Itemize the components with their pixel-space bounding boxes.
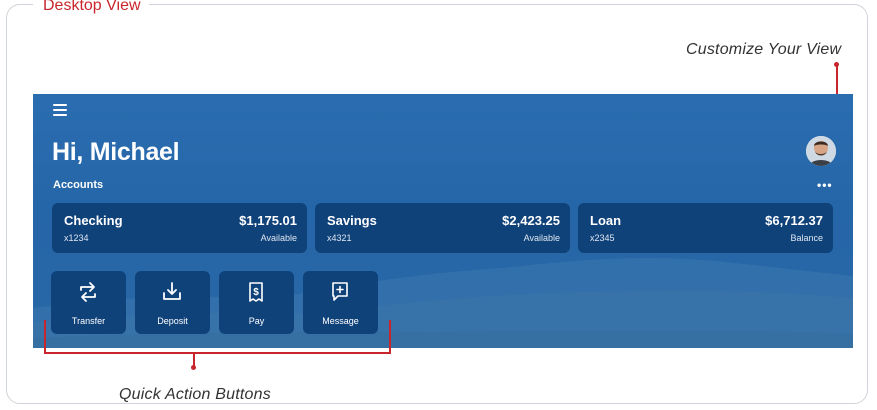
transfer-icon xyxy=(80,282,96,302)
deposit-button[interactable]: Deposit xyxy=(135,271,210,334)
quick-action-label: Deposit xyxy=(157,316,188,326)
svg-text:$: $ xyxy=(253,287,259,298)
dashboard-banner: Hi, Michael Accounts ••• Checking x1234 … xyxy=(33,94,853,348)
account-name: Savings xyxy=(327,213,377,228)
user-avatar[interactable] xyxy=(806,136,836,166)
deposit-icon xyxy=(163,282,181,300)
pay-icon: $ xyxy=(249,282,263,302)
account-card-loan[interactable]: Loan x2345 $6,712.37 Balance xyxy=(578,203,833,253)
message-button[interactable]: Message xyxy=(303,271,378,334)
account-amount: $2,423.25 xyxy=(502,213,560,228)
quick-action-label: Transfer xyxy=(71,316,106,326)
greeting-title: Hi, Michael xyxy=(52,138,180,166)
hamburger-menu-icon[interactable] xyxy=(53,104,67,116)
more-options-button[interactable]: ••• xyxy=(817,179,833,191)
quick-action-bracket-bottom xyxy=(44,352,391,354)
account-name: Checking xyxy=(64,213,123,228)
quick-action-bracket-left xyxy=(44,320,46,353)
accounts-heading: Accounts xyxy=(53,179,104,191)
account-card-checking[interactable]: Checking x1234 $1,175.01 Available xyxy=(52,203,307,253)
quick-action-callout: Quick Action Buttons xyxy=(119,386,271,403)
account-amount-label: Available xyxy=(260,233,297,243)
account-card-savings[interactable]: Savings x4321 $2,423.25 Available xyxy=(315,203,570,253)
account-amount-label: Available xyxy=(523,233,560,243)
account-amount: $1,175.01 xyxy=(239,213,297,228)
message-icon xyxy=(332,282,348,301)
transfer-button[interactable]: Transfer xyxy=(51,271,126,334)
pay-button[interactable]: $ Pay xyxy=(219,271,294,334)
quick-action-label: Message xyxy=(322,316,359,326)
quick-action-pointer xyxy=(193,352,195,366)
account-amount-label: Balance xyxy=(790,233,823,243)
quick-action-annotation-dot xyxy=(191,365,196,370)
account-number: x4321 xyxy=(327,233,352,243)
account-number: x2345 xyxy=(590,233,615,243)
account-name: Loan xyxy=(590,213,622,228)
customize-callout: Customize Your View xyxy=(686,41,842,58)
quick-action-bracket-right xyxy=(389,320,391,353)
quick-action-label: Pay xyxy=(248,316,265,326)
account-number: x1234 xyxy=(64,233,89,243)
frame-title: Desktop View xyxy=(33,0,149,15)
account-amount: $6,712.37 xyxy=(765,213,823,228)
